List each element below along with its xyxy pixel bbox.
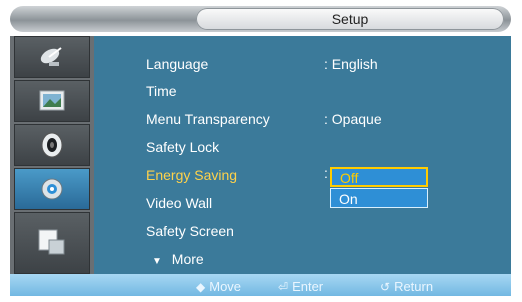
return-label: Return xyxy=(394,279,434,294)
chevron-down-icon: ▼ xyxy=(152,256,162,267)
menu-transparency-value: : Opaque xyxy=(324,111,382,127)
updown-arrow-icon: ◆ xyxy=(196,280,206,294)
more-label: More xyxy=(171,251,204,267)
enter-label: Enter xyxy=(292,279,324,294)
sidebar-item-picture[interactable] xyxy=(14,80,90,122)
menu-item-language[interactable]: Language xyxy=(146,55,208,73)
sidebar-item-setup[interactable] xyxy=(14,168,90,210)
sidebar-item-multi-screen[interactable] xyxy=(14,212,90,274)
footer-enter: ⏎ Enter xyxy=(278,279,323,295)
energy-saving-colon: : xyxy=(324,165,328,181)
enter-icon: ⏎ xyxy=(278,280,289,294)
menu-item-safety-screen[interactable]: Safety Screen xyxy=(146,222,234,240)
sidebar-item-sound[interactable] xyxy=(14,124,90,166)
more-button[interactable]: ▼ More xyxy=(152,250,204,268)
osd-menu-window: Setup Language: English Time Menu Trans… xyxy=(0,0,522,302)
menu-item-video-wall[interactable]: Video Wall xyxy=(146,194,212,212)
speaker-icon xyxy=(37,131,67,159)
satellite-dish-icon xyxy=(37,43,67,71)
energy-saving-dropdown: Off On xyxy=(330,167,428,209)
menu-item-menu-transparency[interactable]: Menu Transparency xyxy=(146,110,270,128)
picture-icon xyxy=(37,87,67,115)
sidebar-item-input[interactable] xyxy=(14,36,90,78)
menu-item-energy-saving[interactable]: Energy Saving xyxy=(146,166,237,184)
setup-gear-icon xyxy=(37,175,67,203)
menu-item-safety-lock[interactable]: Safety Lock xyxy=(146,138,219,156)
footer-return: ↺ Return xyxy=(380,279,433,295)
dropdown-option-off[interactable]: Off xyxy=(330,167,428,187)
dropdown-option-on[interactable]: On xyxy=(330,188,428,208)
footer-move: ◆ Move xyxy=(196,279,241,295)
move-label: Move xyxy=(209,279,242,294)
footer-bar xyxy=(10,274,511,296)
menu-title: Setup xyxy=(196,8,504,30)
menu-item-time[interactable]: Time xyxy=(146,82,177,100)
language-value: : English xyxy=(324,56,378,72)
return-icon: ↺ xyxy=(380,280,391,294)
multi-screen-icon xyxy=(37,229,67,257)
